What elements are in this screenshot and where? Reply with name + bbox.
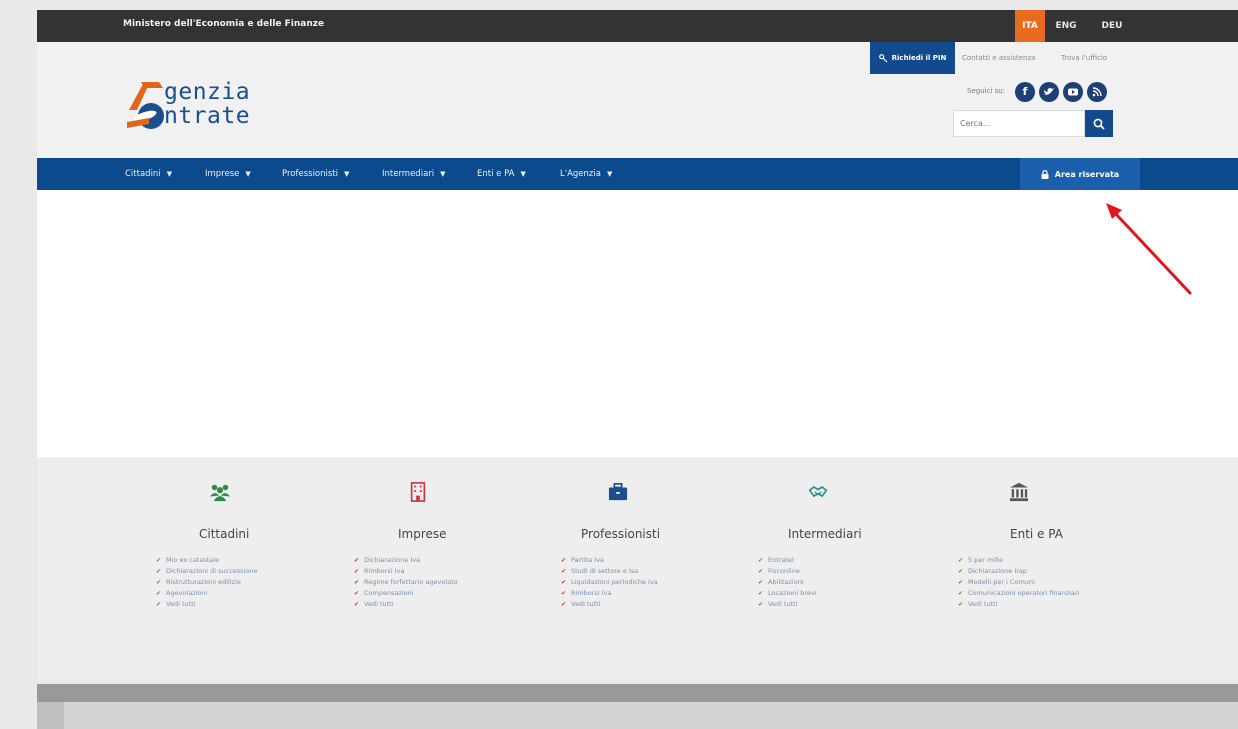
category-link[interactable]: 5 per mille [958,555,1079,566]
nav-agenzia[interactable]: L'Agenzia ▼ [560,158,612,190]
bottom-bar-corner [37,702,64,729]
follow-us-label: Seguici su: [967,87,1006,95]
category-link[interactable]: Ristrutturazioni edilizie [156,577,257,588]
nav-professionisti-label: Professionisti [282,169,338,179]
category-link[interactable]: Abilitazioni [758,577,817,588]
category-links: Dichiarazione Iva Rimborsi Iva Regime fo… [354,555,458,610]
building-icon [410,482,426,502]
search-button[interactable] [1085,110,1113,137]
lang-deu[interactable]: DEU [1097,18,1127,34]
category-link[interactable]: Vedi tutti [561,599,658,610]
category-link[interactable]: Compensazioni [354,588,458,599]
caret-down-icon: ▼ [166,170,173,178]
nav-enti-pa[interactable]: Enti e PA ▼ [477,158,526,190]
category-link[interactable]: Rimborsi Iva [354,566,458,577]
rss-icon[interactable] [1087,82,1107,102]
category-title: Enti e PA [1010,527,1063,541]
pin-request-label: Richiedi il PIN [891,54,947,62]
category-links: Mio ex catastale Dichiarazioni di succes… [156,555,257,610]
caret-down-icon: ▼ [440,170,446,178]
institution-icon [1009,482,1029,502]
category-links: 5 per mille Dichiarazione Irap Modelli p… [958,555,1079,610]
category-link[interactable]: Dichiarazioni di successione [156,566,257,577]
reserved-area-label: Area riservata [1054,169,1120,179]
caret-down-icon: ▼ [606,170,613,178]
category-link[interactable]: Locazioni brevi [758,588,817,599]
categories-section: Cittadini Mio ex catastale Dichiarazioni… [37,457,1238,680]
twitter-icon[interactable] [1039,82,1059,102]
lock-icon [1041,169,1049,179]
contact-link[interactable]: Contatti e assistenza [962,54,1035,62]
caret-down-icon: ▼ [245,170,251,178]
find-office-link[interactable]: Trova l'ufficio [1061,54,1107,62]
ministry-link[interactable]: Ministero dell'Economia e delle Finanze [123,19,324,29]
people-icon [210,484,230,502]
nav-imprese[interactable]: Imprese ▼ [205,158,251,190]
category-title: Intermediari [788,527,862,541]
main-content-area [37,190,1238,457]
category-link[interactable]: Partita Iva [561,555,658,566]
category-link[interactable]: Studi di settore e Isa [561,566,658,577]
category-link[interactable]: Dichiarazione Iva [354,555,458,566]
category-link[interactable]: Vedi tutti [354,599,458,610]
category-link[interactable]: Liquidazioni periodiche Iva [561,577,658,588]
bottom-scroll-track [37,684,1238,702]
category-links: Entratel Fisconline Abilitazioni Locazio… [758,555,817,610]
logo-mark-icon [127,82,164,129]
browser-page: Ministero dell'Economia e delle Finanze … [37,10,1238,680]
site-header: genzia ntrate Richiedi il PIN Contatti e… [37,42,1238,158]
bottom-bar [64,702,1238,729]
logo-text-agenzia: genzia [164,79,251,105]
annotation-arrow-icon [1106,203,1192,295]
nav-intermediari[interactable]: Intermediari ▼ [382,158,446,190]
caret-down-icon: ▼ [344,170,350,178]
search-input[interactable] [953,110,1085,137]
nav-intermediari-label: Intermediari [382,169,435,179]
category-link[interactable]: Regime forfettario agevolato [354,577,458,588]
category-links: Partita Iva Studi di settore e Isa Liqui… [561,555,658,610]
category-link[interactable]: Agevolazioni [156,588,257,599]
nav-agenzia-label: L'Agenzia [560,169,601,179]
category-link[interactable]: Vedi tutti [758,599,817,610]
category-title: Cittadini [199,527,250,541]
nav-cittadini-label: Cittadini [125,169,161,179]
youtube-icon[interactable] [1063,82,1083,102]
category-link[interactable]: Entratel [758,555,817,566]
category-title: Professionisti [581,527,661,541]
briefcase-icon [608,483,628,501]
key-icon [878,53,888,63]
category-link[interactable]: Vedi tutti [958,599,1079,610]
category-link[interactable]: Comunicazioni operatori finanziari [958,588,1079,599]
category-link[interactable]: Dichiarazione Irap [958,566,1079,577]
nav-professionisti[interactable]: Professionisti ▼ [282,158,349,190]
category-link[interactable]: Mio ex catastale [156,555,257,566]
category-link[interactable]: Fisconline [758,566,817,577]
category-title: Imprese [398,527,447,541]
category-link[interactable]: Rimborsi Iva [561,588,658,599]
handshake-icon [808,485,828,498]
caret-down-icon: ▼ [520,170,526,178]
nav-imprese-label: Imprese [205,169,240,179]
category-link[interactable]: Vedi tutti [156,599,257,610]
ministry-bar: Ministero dell'Economia e delle Finanze … [37,10,1238,42]
pin-request-button[interactable]: Richiedi il PIN [870,42,955,74]
nav-enti-pa-label: Enti e PA [477,169,515,179]
logo-text-entrate: ntrate [164,103,251,129]
lang-ita[interactable]: ITA [1015,10,1045,42]
reserved-area-button[interactable]: Area riservata [1020,158,1140,190]
search-icon [1093,118,1105,130]
lang-eng[interactable]: ENG [1052,18,1080,34]
category-link[interactable]: Modelli per i Comuni [958,577,1079,588]
nav-cittadini[interactable]: Cittadini ▼ [125,158,172,190]
facebook-icon[interactable]: f [1015,82,1035,102]
agenzia-entrate-logo[interactable]: genzia ntrate [125,76,315,132]
